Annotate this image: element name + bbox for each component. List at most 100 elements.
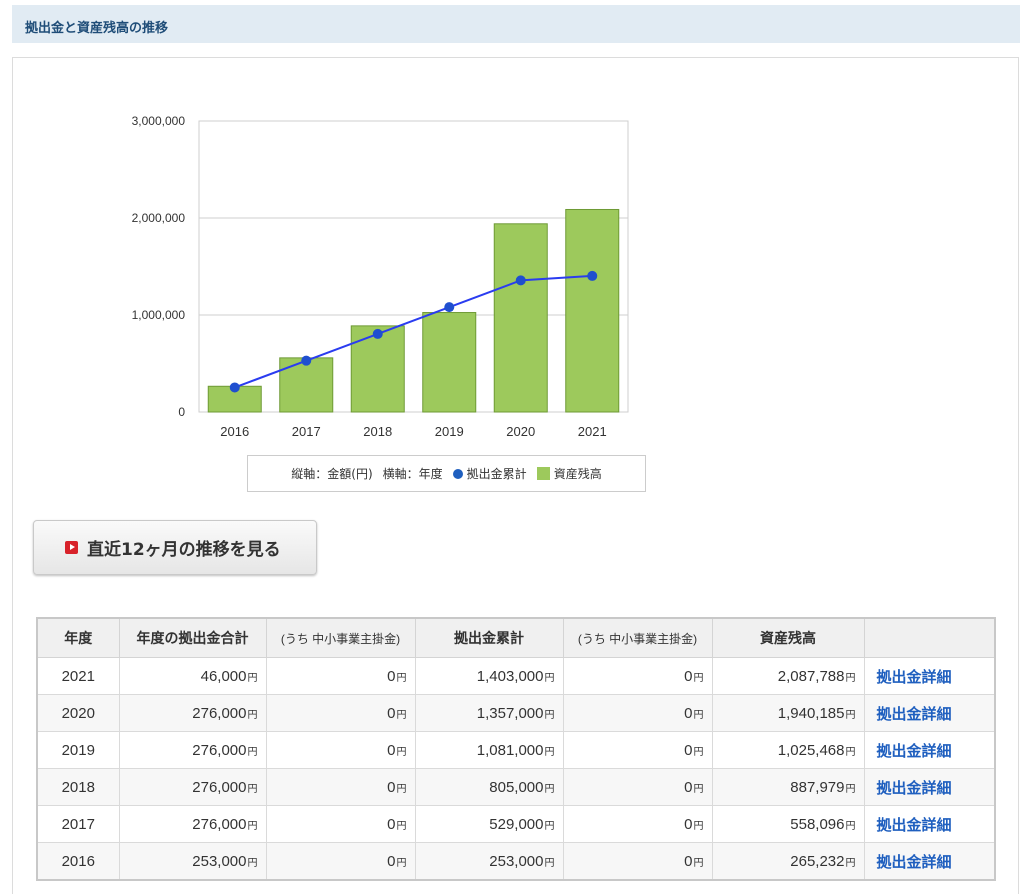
contribution-detail-link[interactable]: 拠出金詳細 <box>877 743 952 760</box>
contribution-balance-chart: 0 1,000,000 2,000,000 3,000,000 2016 2017 2018… <box>132 114 629 439</box>
cell-annual-sme-value: 0 <box>387 667 396 685</box>
yen-unit: 円 <box>247 746 258 758</box>
cell-cumulative-value: 1,403,000 <box>476 667 544 685</box>
contribution-detail-link[interactable]: 拠出金詳細 <box>877 817 952 834</box>
cell-cumulative: 1,357,000円 <box>414 694 564 732</box>
cell-cumulative: 529,000円 <box>414 805 564 843</box>
cell-cumulative-value: 805,000 <box>489 778 544 796</box>
cell-annual-sme: 0円 <box>265 842 416 881</box>
line-point-2018 <box>372 328 383 339</box>
header-cumulative: 拠出金累計 <box>414 617 564 658</box>
cell-detail: 拠出金詳細 <box>863 731 996 769</box>
cell-balance-value: 887,979 <box>790 778 845 796</box>
header-balance: 資産残高 <box>711 617 865 658</box>
cell-cumulative-sme: 0円 <box>562 731 713 769</box>
cell-annual-total: 276,000円 <box>118 805 267 843</box>
cell-annual-sme-value: 0 <box>387 741 396 759</box>
cell-cumulative-value: 529,000 <box>489 815 544 833</box>
contribution-detail-link[interactable]: 拠出金詳細 <box>877 706 952 723</box>
contribution-detail-link[interactable]: 拠出金詳細 <box>877 669 952 686</box>
cell-annual-total: 253,000円 <box>118 842 267 881</box>
bar-2017 <box>279 357 334 413</box>
cell-balance: 887,979円 <box>711 768 865 806</box>
yen-unit: 円 <box>544 783 555 795</box>
yen-unit: 円 <box>396 820 407 832</box>
x-tick-label: 2017 <box>292 424 321 439</box>
legend-bar-entry: 資産残高 <box>536 465 602 482</box>
contribution-detail-link[interactable]: 拠出金詳細 <box>877 854 952 871</box>
cell-year: 2017 <box>36 805 120 843</box>
cell-detail: 拠出金詳細 <box>863 768 996 806</box>
cell-year: 2016 <box>36 842 120 881</box>
cell-cumulative-value: 1,081,000 <box>476 741 544 759</box>
cell-cumulative-sme: 0円 <box>562 694 713 732</box>
cell-cumulative-sme-value: 0 <box>684 778 693 796</box>
line-point-2016 <box>229 382 240 393</box>
table-header-row: 年度 年度の拠出金合計 (うち 中小事業主掛金) 拠出金累計 (うち 中小事業主… <box>36 617 996 658</box>
y-tick-label: 2,000,000 <box>132 211 186 225</box>
cell-balance: 265,232円 <box>711 842 865 881</box>
yen-unit: 円 <box>396 783 407 795</box>
contribution-detail-link[interactable]: 拠出金詳細 <box>877 780 952 797</box>
yen-unit: 円 <box>693 709 704 721</box>
cell-annual-sme: 0円 <box>265 768 416 806</box>
cell-annual-sme: 0円 <box>265 657 416 695</box>
yen-unit: 円 <box>845 820 856 832</box>
bar-2019 <box>422 312 477 413</box>
x-tick-label: 2020 <box>506 424 535 439</box>
cell-cumulative: 805,000円 <box>414 768 564 806</box>
cell-cumulative: 1,081,000円 <box>414 731 564 769</box>
legend-line-marker-icon <box>452 469 463 479</box>
cell-annual-total-value: 276,000 <box>192 704 247 722</box>
x-tick-label: 2018 <box>363 424 392 439</box>
yen-unit: 円 <box>845 746 856 758</box>
yen-unit: 円 <box>544 857 555 869</box>
yen-unit: 円 <box>845 783 856 795</box>
cell-detail: 拠出金詳細 <box>863 805 996 843</box>
cell-cumulative-sme: 0円 <box>562 768 713 806</box>
yen-unit: 円 <box>845 857 856 869</box>
recent-button-label: 直近12ヶ月の推移を見る <box>87 540 281 560</box>
cell-detail: 拠出金詳細 <box>863 842 996 881</box>
legend-x-axis-note: 横軸：年度 <box>382 467 443 481</box>
cell-annual-sme-value: 0 <box>387 704 396 722</box>
cell-annual-total-value: 46,000 <box>200 667 247 685</box>
yen-unit: 円 <box>247 709 258 721</box>
x-tick-label: 2021 <box>578 424 607 439</box>
cell-cumulative-sme-value: 0 <box>684 741 693 759</box>
cell-year: 2020 <box>36 694 120 732</box>
cell-detail: 拠出金詳細 <box>863 694 996 732</box>
yen-unit: 円 <box>544 820 555 832</box>
y-tick-label: 1,000,000 <box>132 308 186 322</box>
cell-year: 2018 <box>36 768 120 806</box>
yen-unit: 円 <box>396 709 407 721</box>
legend-line-entry: 拠出金累計 <box>452 465 527 482</box>
cell-annual-total-value: 276,000 <box>192 778 247 796</box>
cell-year: 2019 <box>36 731 120 769</box>
cell-cumulative-sme: 0円 <box>562 805 713 843</box>
cell-balance: 558,096円 <box>711 805 865 843</box>
legend-y-axis-note: 縦軸：金額(円) <box>291 467 373 481</box>
table-row: 2019 276,000円 0円 1,081,000円 0円 1,025,468円 拠出金詳… <box>36 731 996 769</box>
cell-cumulative-sme-value: 0 <box>684 852 693 870</box>
line-point-2021 <box>587 270 598 281</box>
y-tick-label: 3,000,000 <box>132 114 186 128</box>
cell-balance: 1,940,185円 <box>711 694 865 732</box>
recent-12-months-button[interactable]: 直近12ヶ月の推移を見る <box>33 520 317 575</box>
header-annual-sme: (うち 中小事業主掛金) <box>265 617 416 658</box>
cell-annual-sme: 0円 <box>265 805 416 843</box>
yen-unit: 円 <box>693 820 704 832</box>
yen-unit: 円 <box>693 783 704 795</box>
cell-annual-sme-value: 0 <box>387 815 396 833</box>
cell-cumulative: 253,000円 <box>414 842 564 881</box>
cell-annual-total: 276,000円 <box>118 731 267 769</box>
cell-year-value: 2021 <box>61 667 95 685</box>
cell-balance-value: 1,940,185 <box>777 704 845 722</box>
cell-annual-total-value: 276,000 <box>192 741 247 759</box>
yen-unit: 円 <box>396 746 407 758</box>
legend-bar-swatch-icon <box>536 467 550 480</box>
cell-balance-value: 558,096 <box>790 815 845 833</box>
yen-unit: 円 <box>693 672 704 684</box>
line-point-2017 <box>301 355 312 366</box>
yen-unit: 円 <box>845 709 856 721</box>
